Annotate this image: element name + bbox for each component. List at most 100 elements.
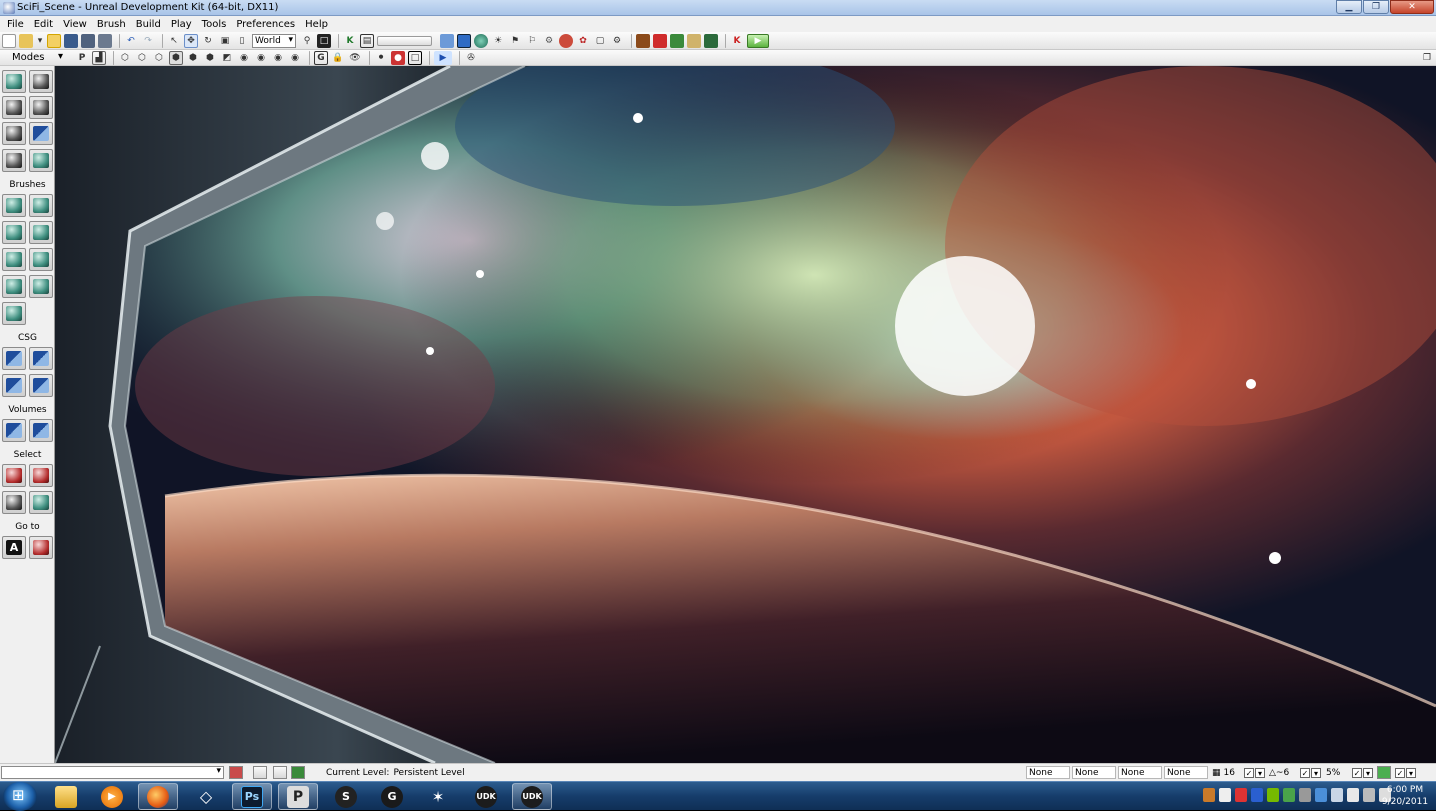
lighting-only-icon[interactable]: ⬢ (203, 51, 217, 65)
open-folder-icon[interactable] (19, 33, 33, 48)
spiral-stair-brush-button[interactable] (2, 275, 26, 298)
scale-snap-value[interactable]: 5% (1326, 768, 1340, 778)
app-s-icon[interactable]: S (326, 783, 366, 810)
wireframe-icon[interactable]: ⬡ (135, 51, 149, 65)
nonuniform-scale-icon[interactable]: ▯ (235, 34, 249, 48)
volumetric-brush-button[interactable] (2, 302, 26, 325)
streaming-icon[interactable] (273, 766, 287, 779)
save-icon[interactable] (64, 33, 78, 48)
texture-density-icon[interactable]: ◉ (237, 51, 251, 65)
menu-edit[interactable]: Edit (29, 19, 58, 30)
hide-selected-button[interactable] (29, 464, 53, 487)
command-line-input[interactable] (1, 766, 224, 779)
move-mode-button[interactable] (29, 96, 53, 119)
linear-stair-brush-button[interactable] (2, 248, 26, 271)
menu-tools[interactable]: Tools (197, 19, 232, 30)
rotation-snap-value[interactable]: ~6 (1276, 768, 1289, 778)
csg-deintersect-button[interactable] (29, 374, 53, 397)
perspective-icon[interactable]: P (75, 51, 89, 65)
perforce-icon[interactable]: P (278, 783, 318, 810)
frame-icon[interactable]: ▢ (593, 34, 607, 48)
save-as-icon[interactable] (98, 33, 112, 48)
terrain-mode-button[interactable] (2, 96, 26, 119)
csg-subtract-button[interactable] (29, 347, 53, 370)
scale-icon[interactable]: ▣ (218, 34, 232, 48)
grid-size-value[interactable]: 16 (1224, 768, 1235, 778)
menu-build[interactable]: Build (131, 19, 166, 30)
play-button-icon[interactable]: ▶ (747, 33, 769, 48)
translate-icon[interactable]: ✥ (184, 33, 198, 48)
mobile-preview-icon[interactable] (704, 33, 718, 48)
menu-preferences[interactable]: Preferences (231, 19, 300, 30)
pin-icon[interactable]: ✇ (464, 51, 478, 65)
invert-selection-button[interactable] (2, 491, 26, 514)
curved-stair-brush-button[interactable] (2, 221, 26, 244)
tray-perforce-icon[interactable] (1219, 788, 1231, 802)
show-flags-icon[interactable]: 👁 (348, 51, 362, 65)
tray-app-icon[interactable] (1203, 788, 1215, 802)
menu-view[interactable]: View (58, 19, 92, 30)
select-arrow-icon[interactable]: ↖ (167, 34, 181, 48)
minimize-button[interactable]: ▁ (1336, 0, 1362, 14)
app-g-icon[interactable]: G (372, 783, 412, 810)
build-all-icon[interactable]: ⚙ (542, 34, 556, 48)
build-paths-icon[interactable]: ⚑ (508, 34, 522, 48)
rotation-snap-dropdown[interactable]: ▾ (1311, 767, 1321, 778)
mesh-paint-button[interactable] (29, 122, 53, 145)
chevron-down-icon[interactable]: ▾ (58, 51, 63, 62)
tray-bluetooth-icon[interactable] (1251, 788, 1263, 802)
kismet-stop-icon[interactable]: K (730, 34, 744, 48)
level-check-icon[interactable] (291, 766, 305, 779)
start-orb-icon[interactable] (3, 782, 37, 811)
detail-lighting-icon[interactable]: ⬢ (186, 51, 200, 65)
mru-dropdown-icon[interactable]: ▾ (36, 34, 44, 48)
camera-speed-slider[interactable] (377, 35, 432, 46)
rotate-icon[interactable]: ↻ (201, 34, 215, 48)
kismet-icon[interactable]: K (343, 34, 357, 48)
maximize-button[interactable]: ❐ (1363, 0, 1389, 14)
undo-icon[interactable]: ↶ (124, 34, 138, 48)
foliage-mode-button[interactable] (29, 149, 53, 172)
sphere-brush-button[interactable] (29, 275, 53, 298)
add-volume-button[interactable] (2, 419, 26, 442)
play-console-icon[interactable] (687, 33, 701, 48)
sheet-brush-button[interactable] (29, 248, 53, 271)
tray-nvidia-icon[interactable] (1267, 788, 1279, 802)
show-selected-button[interactable] (2, 464, 26, 487)
tray-network-icon[interactable] (1331, 788, 1343, 802)
camera-icon[interactable]: ⚫ (374, 51, 388, 65)
lightmap-density-icon[interactable]: ◉ (271, 51, 285, 65)
menu-play[interactable]: Play (166, 19, 197, 30)
light-complexity-icon[interactable]: ◩ (220, 51, 234, 65)
game-view-icon[interactable]: G (314, 50, 328, 65)
realtime-icon[interactable] (457, 33, 471, 48)
geometry-mode-button[interactable] (29, 70, 53, 93)
redo-icon[interactable]: ↷ (141, 34, 155, 48)
find-icon[interactable]: ⚲ (300, 34, 314, 48)
build-map-icon[interactable] (559, 33, 573, 48)
autosave-icon[interactable] (1377, 766, 1391, 779)
perspective-viewport[interactable] (55, 66, 1436, 763)
viewport-restore-icon[interactable]: ❐ (1420, 51, 1434, 65)
cube-brush-button[interactable] (2, 194, 26, 217)
level-browser-icon[interactable] (253, 766, 267, 779)
firefox-icon[interactable] (138, 783, 178, 810)
system-clock[interactable]: 6:00 PM 9/20/2011 (1380, 784, 1430, 808)
unity-icon[interactable]: ◇ (186, 783, 226, 810)
tray-arrow-icon[interactable] (1299, 788, 1311, 802)
shader-complexity-icon[interactable]: ◉ (254, 51, 268, 65)
play-on-pc-icon[interactable] (670, 33, 684, 48)
texture-align-button[interactable] (2, 122, 26, 145)
viewport-type-icon[interactable]: ▟ (92, 50, 106, 65)
menu-file[interactable]: File (2, 19, 29, 30)
rotation-snap-checkbox[interactable]: ✓ (1300, 767, 1310, 778)
close-level-icon[interactable] (229, 766, 243, 779)
windows-explorer-icon[interactable] (46, 783, 86, 810)
photoshop-icon[interactable]: Ps (232, 783, 272, 810)
volume-types-button[interactable] (29, 419, 53, 442)
cone-brush-button[interactable] (29, 194, 53, 217)
lock-icon[interactable]: 🔒 (331, 51, 345, 65)
record-icon[interactable]: ● (391, 50, 405, 65)
drag-grid-checkbox[interactable]: ✓ (1395, 767, 1405, 778)
coordinate-system-select[interactable]: World (252, 33, 296, 48)
